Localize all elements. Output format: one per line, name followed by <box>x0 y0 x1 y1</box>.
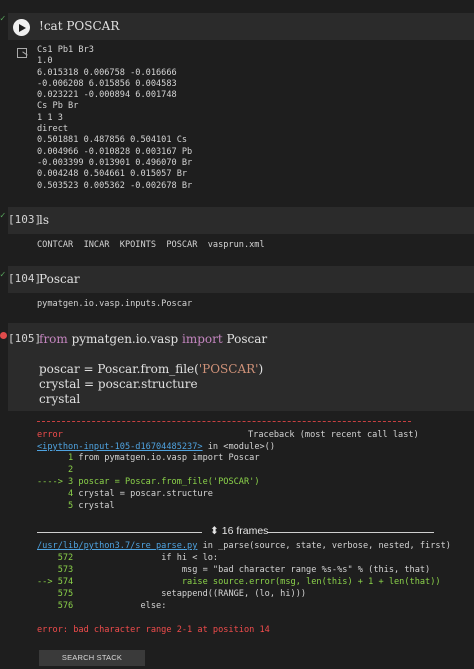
cell3-output: pymatgen.io.vasp.inputs.Poscar <box>37 299 193 309</box>
cell3-status-check-icon: ✓ <box>0 270 6 280</box>
input-link[interactable]: <ipython-input-105-d16704485237> <box>37 442 203 452</box>
output-line: 1 1 3 <box>37 112 63 123</box>
frame-file-line: /usr/lib/python3.7/sre_parse.py in _pars… <box>37 541 451 553</box>
line-code: msg = "bad character range %s-%s" % (thi… <box>78 564 431 575</box>
in-module-text: in <module>() <box>202 442 276 452</box>
output-line: 6.015318 0.006758 -0.016666 <box>37 67 177 78</box>
file-link[interactable]: /usr/lib/python3.7/sre_parse.py <box>37 541 197 551</box>
traceback-line: 1 from pymatgen.io.vasp import Poscar <box>37 453 260 465</box>
traceback-line: 4 crystal = poscar.structure <box>37 489 213 501</box>
line-code: if hi < lo: <box>78 553 219 563</box>
frames-divider-right <box>268 532 434 533</box>
traceback-header: Traceback (most recent call last) <box>248 430 419 440</box>
line-number: 4 <box>37 488 79 499</box>
line-code: from pymatgen.io.vasp import Poscar <box>78 453 260 463</box>
line-code: setappend((RANGE, (lo, hi))) <box>78 588 307 599</box>
frames-label: 16 frames <box>221 525 269 537</box>
error-status-icon <box>0 332 7 339</box>
cell2-code[interactable]: ls <box>39 213 49 227</box>
traceback-line: ----> 3 poscar = Poscar.from_file('POSCA… <box>37 477 260 489</box>
cell4-code-line-3[interactable]: poscar = Poscar.from_file('POSCAR') <box>39 362 263 376</box>
traceback-line: 572 if hi < lo: <box>37 553 218 565</box>
cell3-code[interactable]: Poscar <box>39 272 80 286</box>
line-code: crystal <box>78 500 115 511</box>
search-stack-overflow-button[interactable]: SEARCH STACK OVERFLOW <box>39 650 145 666</box>
output-line: 1.0 <box>37 56 53 67</box>
cell2-code-area[interactable] <box>8 207 474 234</box>
code-segment: ) <box>258 362 264 376</box>
file-in-text: in _parse(source, state, verbose, nested… <box>197 541 451 551</box>
line-number: 572 <box>37 553 79 563</box>
output-line: -0.006208 6.015856 0.004583 <box>37 78 177 89</box>
cell2-execution-count: [103] <box>8 213 42 226</box>
line-number: 573 <box>37 564 79 575</box>
code-segment: poscar = Poscar.from_file( <box>39 362 199 376</box>
cell1-status-check-icon: ✓ <box>0 14 6 24</box>
output-line: Cs Pb Br <box>37 101 79 112</box>
traceback-separator <box>37 421 411 422</box>
line-number: 2 <box>37 464 79 475</box>
output-line: 0.004248 0.504661 0.015057 Br <box>37 169 188 180</box>
output-line: 0.004966 -0.010828 0.003167 Pb <box>37 146 193 157</box>
error-label: error <box>37 430 63 440</box>
output-line: Cs1 Pb1 Br3 <box>37 45 94 55</box>
expand-collapse-icon: ⬍ <box>210 525 219 537</box>
cell4-execution-count: [105] <box>8 332 42 345</box>
frames-toggle[interactable]: ⬍ 16 frames <box>210 525 268 537</box>
cell3-execution-count: [104] <box>8 272 42 285</box>
cell4-code-line-1[interactable]: from pymatgen.io.vasp import Poscar <box>39 332 267 346</box>
traceback-line: 573 msg = "bad character range %s-%s" % … <box>37 564 431 577</box>
string-literal: 'POSCAR' <box>198 362 259 376</box>
output-line: direct <box>37 124 69 135</box>
line-code: poscar = Poscar.from_file('POSCAR') <box>78 476 260 487</box>
cell1-output: Cs1 Pb1 Br3 1.0 6.015318 0.006758 -0.01666… <box>37 45 192 192</box>
line-code: raise source.error(msg, len(this) + 1 + … <box>78 576 441 587</box>
line-code: crystal = poscar.structure <box>78 488 213 499</box>
cell4-code-line-5[interactable]: crystal <box>39 392 80 406</box>
line-code: else: <box>78 600 167 611</box>
run-cell-button[interactable] <box>13 19 30 36</box>
frames-divider-left <box>37 532 202 533</box>
import-name: Poscar <box>222 332 268 346</box>
line-number: ----> 3 <box>37 476 79 487</box>
line-number: 576 <box>37 600 79 611</box>
traceback-line: 575 setappend((RANGE, (lo, hi))) <box>37 589 306 601</box>
final-error-message: error: bad character range 2-1 at positi… <box>37 625 270 635</box>
traceback-line: 5 crystal <box>37 501 115 513</box>
module-name: pymatgen.io.vasp <box>67 332 182 346</box>
cell4-code-line-4[interactable]: crystal = poscar.structure <box>39 377 198 391</box>
line-number: --> 574 <box>37 576 79 587</box>
cell1-code[interactable]: !cat POSCAR <box>39 19 119 33</box>
traceback-line: 2 <box>37 465 78 477</box>
output-line: -0.003399 0.013901 0.496070 Br <box>37 157 193 168</box>
cell2-status-check-icon: ✓ <box>0 211 6 221</box>
output-line: 0.501881 0.487856 0.504101 Cs <box>37 135 188 146</box>
output-line: 0.503523 0.005362 -0.002678 Br <box>37 180 193 191</box>
cell2-output: CONTCAR INCAR KPOINTS POSCAR vasprun.xml <box>37 240 265 250</box>
output-line: 0.023221 -0.000894 6.001748 <box>37 90 177 101</box>
line-number: 5 <box>37 500 79 511</box>
traceback-line: 576 else: <box>37 600 167 613</box>
output-options-icon[interactable] <box>17 48 27 58</box>
line-number: 1 <box>37 453 79 463</box>
line-number: 575 <box>37 588 79 599</box>
keyword-from: from <box>39 332 68 346</box>
keyword-import: import <box>182 332 223 346</box>
traceback-line: --> 574 raise source.error(msg, len(this… <box>37 577 441 589</box>
